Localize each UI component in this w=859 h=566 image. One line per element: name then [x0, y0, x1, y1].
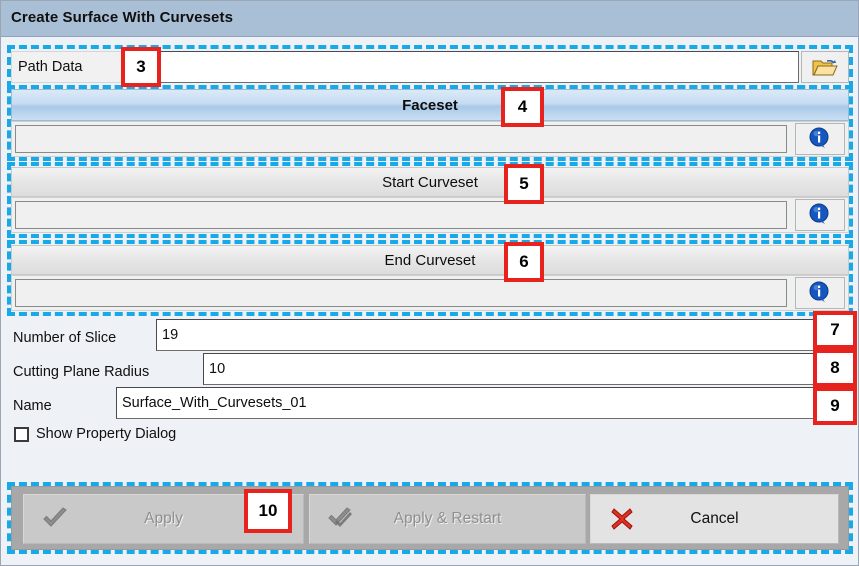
checkbox-box[interactable] — [14, 426, 29, 442]
cancel-button-label: Cancel — [690, 510, 739, 527]
cancel-button[interactable]: Cancel — [590, 494, 839, 544]
path-data-input[interactable] — [123, 51, 799, 83]
callout-5: 5 — [504, 164, 544, 204]
number-of-slice-input[interactable]: 19 — [156, 319, 854, 351]
cutting-plane-radius-input[interactable]: 10 — [203, 353, 854, 385]
browse-folder-button[interactable] — [801, 51, 849, 83]
start-curveset-section-header: Start Curveset — [11, 167, 849, 197]
callout-3: 3 — [121, 47, 161, 87]
faceset-info-button[interactable] — [795, 123, 845, 155]
dialog-titlebar: Create Surface With Curvesets — [1, 1, 858, 37]
info-icon — [809, 127, 829, 148]
faceset-input[interactable] — [15, 125, 787, 153]
end-curveset-input[interactable] — [15, 279, 787, 307]
number-of-slice-label: Number of Slice — [13, 330, 117, 346]
info-icon — [809, 203, 829, 224]
callout-4: 4 — [501, 87, 544, 127]
checkbox-label: Show Property Dialog — [36, 426, 177, 442]
callout-10: 10 — [244, 489, 292, 533]
page-title: Create Surface With Curvesets — [11, 9, 234, 26]
callout-6: 6 — [504, 242, 544, 282]
name-input[interactable]: Surface_With_Curvesets_01 — [116, 387, 854, 419]
folder-open-icon — [812, 59, 838, 76]
end-curveset-info-button[interactable] — [795, 277, 845, 309]
start-curveset-info-button[interactable] — [795, 199, 845, 231]
cutting-plane-radius-label: Cutting Plane Radius — [13, 364, 150, 380]
apply-and-restart-button-label: Apply & Restart — [393, 510, 502, 527]
start-curveset-input[interactable] — [15, 201, 787, 229]
callout-7: 7 — [813, 311, 857, 349]
faceset-section-header: Faceset — [11, 89, 849, 121]
show-property-dialog-checkbox[interactable]: Show Property Dialog — [14, 426, 176, 442]
info-icon — [809, 281, 829, 302]
dialog-button-bar: Apply Apply & Restart Cancel — [11, 486, 849, 550]
path-data-label: Path Data — [11, 51, 123, 83]
name-label: Name — [13, 398, 52, 414]
end-curveset-section-header: End Curveset — [11, 245, 849, 275]
callout-8: 8 — [813, 349, 857, 387]
apply-and-restart-button[interactable]: Apply & Restart — [309, 494, 586, 544]
create-surface-dialog: Create Surface With Curvesets Path Data … — [0, 0, 859, 566]
callout-9: 9 — [813, 387, 857, 425]
